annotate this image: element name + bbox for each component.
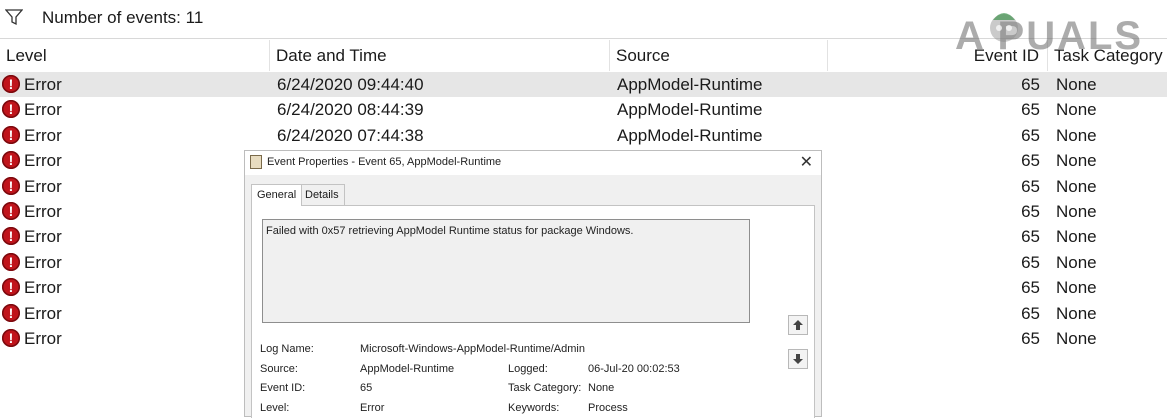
error-icon: !: [2, 328, 20, 347]
level-value: Error: [360, 402, 385, 414]
level-cell: ! Error: [2, 301, 267, 326]
scroll-up-button[interactable]: [788, 315, 808, 335]
event-id-cell: 65: [1021, 303, 1040, 323]
source-cell: AppModel-Runtime: [617, 75, 763, 94]
filter-icon[interactable]: [5, 8, 23, 26]
event-id-label: Event ID:: [260, 382, 306, 394]
source-cell: AppModel-Runtime: [617, 125, 763, 145]
level-text: Error: [24, 252, 62, 272]
level-text: Error: [24, 328, 62, 348]
level-cell: ! Error: [2, 275, 267, 300]
level-text: Error: [24, 278, 62, 298]
dialog-title: Event Properties - Event 65, AppModel-Ru…: [267, 156, 502, 168]
keywords-value: Process: [588, 402, 628, 414]
logged-label: Logged:: [508, 363, 548, 375]
error-icon: !: [2, 151, 20, 170]
arrow-up-icon: [793, 320, 803, 330]
level-cell: ! Error: [2, 97, 267, 122]
error-icon: !: [2, 100, 20, 119]
event-id-cell: 65: [1021, 100, 1040, 120]
table-row[interactable]: ! Error 6/24/2020 07:44:38 AppModel-Runtime…: [0, 123, 1167, 148]
task-category-cell: None: [1056, 201, 1097, 221]
task-category-cell: None: [1056, 328, 1097, 348]
column-header-source[interactable]: Source: [610, 40, 828, 71]
general-tab-panel: Failed with 0x57 retrieving AppModel Run…: [251, 205, 815, 418]
level-text: Error: [24, 201, 62, 221]
level-cell: ! Error: [2, 123, 267, 148]
source-value: AppModel-Runtime: [360, 363, 455, 375]
arrow-down-icon: [793, 354, 803, 364]
task-category-cell: None: [1056, 151, 1097, 171]
error-icon: !: [2, 75, 20, 94]
event-id-cell: 65: [1021, 75, 1040, 94]
tab-general[interactable]: General: [251, 184, 303, 206]
error-icon: !: [2, 125, 20, 144]
tab-details[interactable]: Details: [299, 184, 345, 205]
error-icon: !: [2, 201, 20, 220]
column-header-date-time[interactable]: Date and Time: [270, 40, 610, 71]
table-row[interactable]: ! Error 6/24/2020 09:44:40 AppModel-Runtime…: [0, 72, 1167, 98]
appuals-logo: A PUALS: [955, 14, 1144, 58]
task-category-cell: None: [1056, 227, 1097, 247]
task-category-cell: None: [1056, 303, 1097, 323]
level-cell: ! Error: [2, 250, 267, 275]
log-name-label: Log Name:: [260, 343, 314, 355]
event-id-cell: 65: [1021, 201, 1040, 221]
source-cell: AppModel-Runtime: [617, 100, 763, 120]
level-text: Error: [24, 176, 62, 196]
task-category-cell: None: [1056, 278, 1097, 298]
scroll-down-button[interactable]: [788, 349, 808, 369]
level-label: Level:: [260, 402, 290, 414]
level-cell: ! Error: [2, 326, 267, 351]
event-id-cell: 65: [1021, 176, 1040, 196]
keywords-label: Keywords:: [508, 402, 560, 414]
level-text: Error: [24, 125, 62, 145]
event-description[interactable]: Failed with 0x57 retrieving AppModel Run…: [262, 219, 750, 323]
level-cell: ! Error: [2, 174, 267, 199]
error-icon: !: [2, 303, 20, 322]
level-text: Error: [24, 75, 62, 94]
task-category-cell: None: [1056, 176, 1097, 196]
date-cell: 6/24/2020 09:44:40: [277, 75, 424, 94]
error-icon: !: [2, 176, 20, 195]
level-text: Error: [24, 303, 62, 323]
error-icon: !: [2, 227, 20, 246]
error-icon: !: [2, 252, 20, 271]
task-category-label: Task Category:: [508, 382, 582, 394]
event-id-cell: 65: [1021, 278, 1040, 298]
log-name-value: Microsoft-Windows-AppModel-Runtime/Admin: [360, 343, 585, 355]
level-cell: ! Error: [2, 224, 267, 249]
event-id-cell: 65: [1021, 125, 1040, 145]
events-count-label: Number of events: 11: [42, 8, 204, 27]
table-row[interactable]: ! Error 6/24/2020 08:44:39 AppModel-Runtime…: [0, 97, 1167, 122]
event-id-cell: 65: [1021, 328, 1040, 348]
source-label: Source:: [260, 363, 298, 375]
event-id-cell: 65: [1021, 252, 1040, 272]
date-cell: 6/24/2020 08:44:39: [277, 100, 424, 120]
event-properties-dialog: Event Properties - Event 65, AppModel-Ru…: [244, 150, 822, 418]
logged-value: 06-Jul-20 00:02:53: [588, 363, 680, 375]
event-viewer-icon: [250, 155, 262, 169]
task-category-cell: None: [1056, 125, 1097, 145]
task-category-cell: None: [1056, 75, 1097, 94]
event-id-cell: 65: [1021, 227, 1040, 247]
event-id-value: 65: [360, 382, 373, 394]
task-category-value: None: [588, 382, 615, 394]
level-cell: ! Error: [2, 72, 267, 97]
level-text: Error: [24, 100, 62, 120]
date-cell: 6/24/2020 07:44:38: [277, 125, 424, 145]
level-text: Error: [24, 227, 62, 247]
level-cell: ! Error: [2, 199, 267, 224]
task-category-cell: None: [1056, 100, 1097, 120]
event-id-cell: 65: [1021, 151, 1040, 171]
dialog-titlebar[interactable]: Event Properties - Event 65, AppModel-Ru…: [245, 151, 821, 175]
close-icon[interactable]: ✕: [800, 152, 813, 172]
logo-mascot-icon: [990, 13, 1018, 42]
task-category-cell: None: [1056, 252, 1097, 272]
level-cell: ! Error: [2, 148, 267, 173]
error-icon: !: [2, 278, 20, 297]
column-header-level[interactable]: Level: [0, 40, 270, 71]
level-text: Error: [24, 151, 62, 171]
